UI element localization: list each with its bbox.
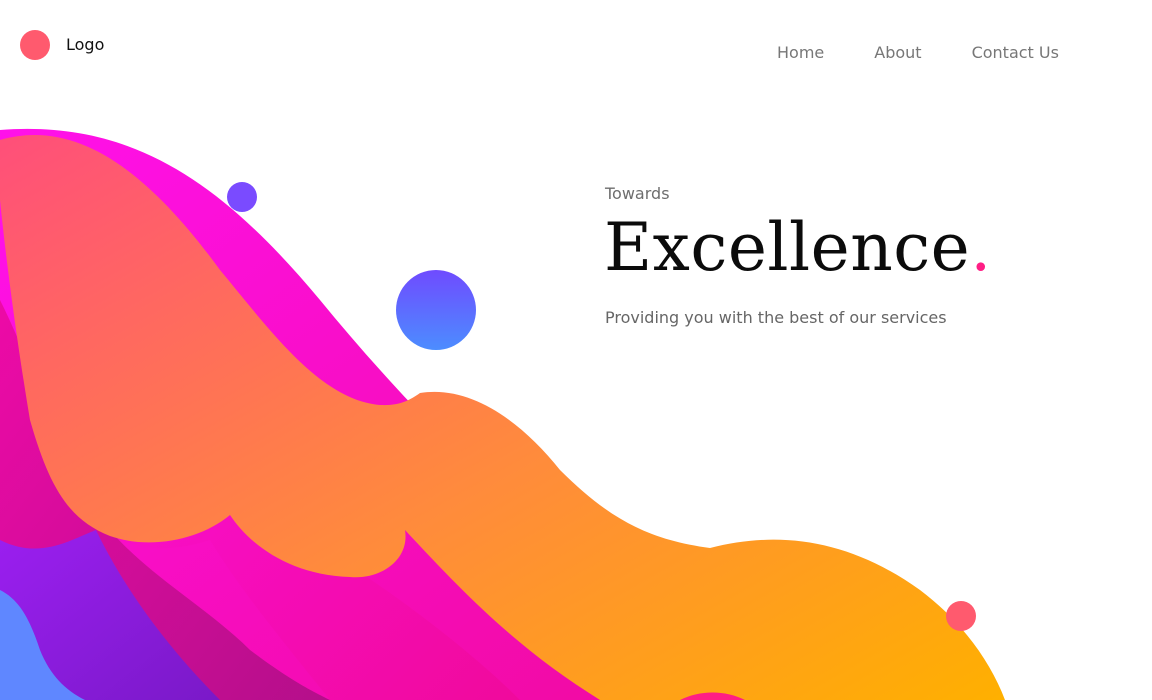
landing-page: Logo Home About Contact Us Towards Excel… <box>0 0 1152 700</box>
brand[interactable]: Logo <box>20 28 104 62</box>
hero-title-accent-dot: . <box>970 209 992 286</box>
hero-title: Excellence. <box>604 209 992 286</box>
main-nav: Home About Contact Us <box>777 43 1059 62</box>
logo-dot-icon <box>20 30 50 60</box>
decorative-circle-purple <box>227 182 257 212</box>
hero-subtitle: Providing you with the best of our servi… <box>605 308 947 327</box>
logo-text[interactable]: Logo <box>66 37 104 53</box>
nav-home-link[interactable]: Home <box>777 43 824 62</box>
decorative-circle-coral <box>946 601 976 631</box>
nav-contact-link[interactable]: Contact Us <box>972 43 1059 62</box>
nav-about-link[interactable]: About <box>874 43 921 62</box>
decorative-wave-background <box>0 128 1005 700</box>
hero-title-text: Excellence <box>604 209 971 286</box>
decorative-circle-gradient <box>396 270 476 350</box>
hero-kicker: Towards <box>605 184 670 203</box>
